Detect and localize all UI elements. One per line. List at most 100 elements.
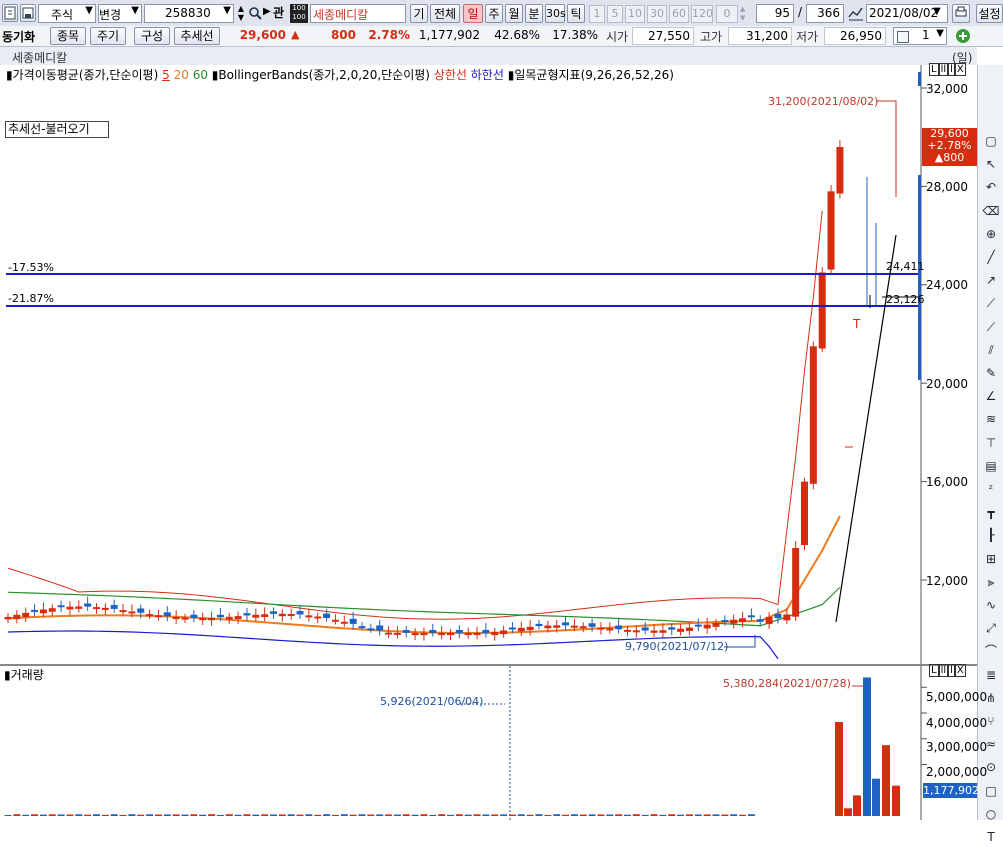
angle-icon[interactable]: ∠ (980, 387, 1002, 406)
zero-spinner-icon[interactable]: ▲ ▼ (740, 5, 750, 23)
layout-button-label: 구성 (140, 29, 164, 43)
cursor-icon[interactable]: ▢ (980, 132, 1002, 151)
minute-option-1[interactable]: 1 (589, 5, 605, 23)
minute-option-120[interactable]: 120 (691, 5, 713, 23)
pane-l-button[interactable]: L (929, 664, 939, 677)
volume-bar (163, 814, 171, 816)
play-icon[interactable]: ▶ (263, 6, 271, 17)
screen-menu-icon[interactable] (2, 4, 18, 22)
pane-ll-button[interactable]: ll (938, 63, 949, 76)
trendline-button[interactable]: 추세선 (174, 27, 220, 45)
period-tab-label: 틱 (570, 7, 582, 21)
pane-maximize-button[interactable]: l (948, 63, 955, 76)
price-pane-controls[interactable]: Lll l X (929, 63, 975, 77)
chart-toggle-icon[interactable] (847, 5, 865, 22)
trend-load-box[interactable]: 추세선-불러오기 (5, 121, 109, 138)
rect-icon[interactable]: □ (980, 782, 1002, 801)
search-icon[interactable] (248, 5, 262, 21)
fan-icon[interactable]: ⤢ (980, 619, 1002, 638)
volume-bar (579, 814, 587, 816)
candle (712, 623, 720, 627)
wave-icon[interactable]: ∿ (980, 596, 1002, 615)
volume-bar (739, 814, 747, 816)
candle (199, 617, 207, 621)
text-icon[interactable]: T (980, 828, 1002, 847)
relation-label[interactable]: 관 (273, 4, 284, 21)
period-tab-3[interactable]: 주 (485, 4, 503, 23)
zigzag-icon[interactable]: ᶻ (980, 480, 1002, 499)
speed-icon[interactable]: ⫸ (980, 573, 1002, 592)
count-value: 95 (774, 6, 790, 20)
low-annotation: 9,790(2021/07/12) (625, 640, 729, 653)
volume-bar (491, 814, 499, 816)
box-icon[interactable]: ▤ (980, 457, 1002, 476)
channel-icon[interactable]: ≋ (980, 410, 1002, 429)
candle (464, 632, 472, 636)
badge-icon[interactable]: 100 100 (290, 4, 308, 23)
period-tab-6[interactable]: 30s (545, 4, 566, 23)
gann-icon[interactable]: ⊞ (980, 550, 1002, 569)
period-tab-1[interactable]: 전체 (430, 4, 460, 23)
minute-option-10[interactable]: 10 (625, 5, 645, 23)
volume-bar (270, 814, 277, 816)
period-tab-0[interactable]: 기 (410, 4, 428, 23)
cycle-icon[interactable]: ≣ (980, 666, 1002, 685)
low-field: 26,950 (824, 27, 886, 45)
minute-option-30[interactable]: 30 (647, 5, 667, 23)
candle (526, 626, 534, 631)
cycle-button[interactable]: 주기 (90, 27, 126, 45)
vertical-line-icon[interactable]: ⊤ (980, 434, 1002, 453)
minute-option-60[interactable]: 60 (669, 5, 689, 23)
volume-bar (57, 814, 65, 816)
volume-bar (31, 814, 39, 816)
volume-bar (172, 814, 180, 816)
pane-l-button[interactable]: L (929, 63, 939, 76)
print-icon[interactable] (952, 4, 970, 23)
extended-line-icon[interactable]: ⟋ (980, 294, 1002, 313)
sync-label[interactable]: 동기화 (2, 28, 35, 45)
circle-icon[interactable]: ○ (980, 805, 1002, 824)
item-button[interactable]: 종목 (50, 27, 86, 45)
hline2-value: 23,126 (886, 293, 925, 306)
arc-icon[interactable]: ⌒ (980, 642, 1002, 661)
up-down-spinner-icon[interactable]: ▲ ▼ (235, 4, 247, 23)
ray-icon[interactable]: ↗ (980, 271, 1002, 290)
change-select[interactable]: 변경 ▼ (98, 4, 142, 23)
count-input[interactable]: 95 (756, 4, 794, 23)
minute-option-5[interactable]: 5 (607, 5, 623, 23)
period-tab-5[interactable]: 분 (525, 4, 543, 23)
save-icon[interactable] (20, 4, 36, 22)
settings-button[interactable]: 설정 (976, 4, 1003, 23)
pane-maximize-button[interactable]: l (948, 664, 955, 677)
volume-pane-controls[interactable]: Lll l X (929, 664, 975, 678)
zero-field[interactable]: 0 (716, 5, 738, 23)
pane-close-button[interactable]: X (954, 63, 966, 76)
period-tab-2[interactable]: 일 (463, 4, 483, 23)
trend-line-icon[interactable]: ⟋ (980, 318, 1002, 337)
period-tab-4[interactable]: 월 (505, 4, 523, 23)
stock-code-input[interactable]: 258830 ▼ (144, 4, 234, 23)
hline1-value: 24,411 (886, 260, 925, 273)
crosshair-icon[interactable]: ↖ (980, 155, 1002, 174)
hline1-pct: -17.53% (8, 261, 54, 274)
layout-button[interactable]: 구성 (134, 27, 170, 45)
pencil-icon[interactable]: ✎ (980, 364, 1002, 383)
candle (650, 630, 658, 633)
magnet-icon[interactable]: ⊕ (980, 225, 1002, 244)
line-icon[interactable]: ╱ (980, 248, 1002, 267)
add-icon[interactable] (955, 28, 971, 44)
fibo-icon[interactable]: ┳ (980, 503, 1002, 522)
pane-ll-button[interactable]: ll (938, 664, 949, 677)
volume-bar (694, 814, 702, 816)
spinner-select[interactable]: 1 ▼ (893, 27, 947, 45)
price-chart[interactable] (0, 65, 977, 665)
pane-close-button[interactable]: X (954, 664, 966, 677)
volume-bar (659, 814, 667, 816)
undo-icon[interactable]: ↶ (980, 178, 1002, 197)
eraser-icon[interactable]: ⌫ (980, 202, 1002, 221)
parallel-icon[interactable]: ⫽ (980, 341, 1002, 360)
calendar-dropdown-icon[interactable]: ▼ (933, 6, 941, 17)
market-type-select[interactable]: 주식 ▼ (38, 4, 96, 23)
period-tab-7[interactable]: 틱 (567, 4, 585, 23)
fibo-time-icon[interactable]: ┠ (980, 526, 1002, 545)
